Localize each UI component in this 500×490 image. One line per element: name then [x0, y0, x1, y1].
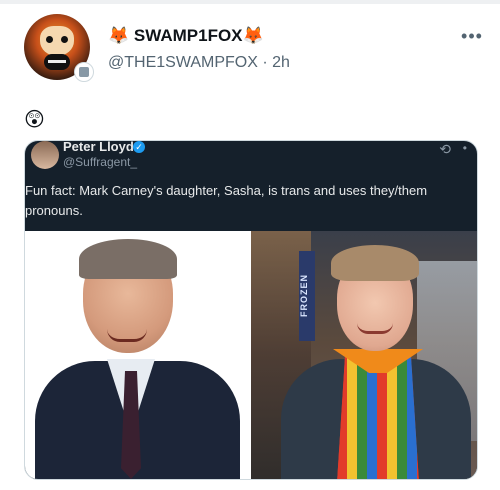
verified-check-icon: ✓	[133, 141, 145, 153]
more-options-button[interactable]: •••	[460, 25, 484, 46]
author-display-name[interactable]: 🦊 SWAMP1FOX🦊	[108, 26, 264, 46]
avatar-eye	[61, 36, 68, 43]
post-header: 🦊 SWAMP1FOX🦊 @THE1SWAMPFOX · 2h •••	[24, 14, 484, 84]
photo-left-hair	[79, 239, 177, 279]
quoted-author-avatar	[31, 141, 59, 169]
post-text: 😲	[24, 109, 45, 131]
author-avatar[interactable]	[24, 14, 94, 82]
photo-right-sign: FROZEN	[299, 251, 315, 341]
avatar-eye	[46, 36, 53, 43]
more-horizontal-icon: •••	[461, 25, 483, 46]
meta-separator: ·	[262, 54, 268, 71]
photo-right-hair	[331, 245, 419, 281]
refresh-icon: ⟲	[439, 141, 451, 157]
avatar-mask	[44, 54, 70, 70]
avatar-mask-stripe	[48, 60, 66, 63]
avatar-face	[40, 26, 74, 56]
affiliate-badge-icon	[74, 62, 94, 82]
quoted-tweet-text: Fun fact: Mark Carney's daughter, Sasha,…	[25, 183, 428, 218]
quoted-author-handle: @Suffragent_	[63, 155, 138, 169]
photo-right-smile	[357, 323, 393, 334]
top-divider	[0, 0, 500, 4]
post-time[interactable]: 2h	[272, 54, 290, 71]
badge-inner	[79, 67, 89, 77]
author-handle[interactable]: @THE1SWAMPFOX	[108, 54, 258, 71]
author-meta: @THE1SWAMPFOX · 2h	[108, 54, 290, 72]
quoted-tweet-header: Peter Lloyd ✓ @Suffragent_ ⟲ •	[25, 141, 477, 181]
post-media[interactable]: Peter Lloyd ✓ @Suffragent_ ⟲ • Fun fact:…	[24, 140, 478, 480]
quoted-author-name: Peter Lloyd	[63, 140, 134, 154]
photo-left	[25, 231, 247, 479]
photo-right: FROZEN	[251, 231, 477, 479]
dot-icon: •	[462, 141, 467, 155]
